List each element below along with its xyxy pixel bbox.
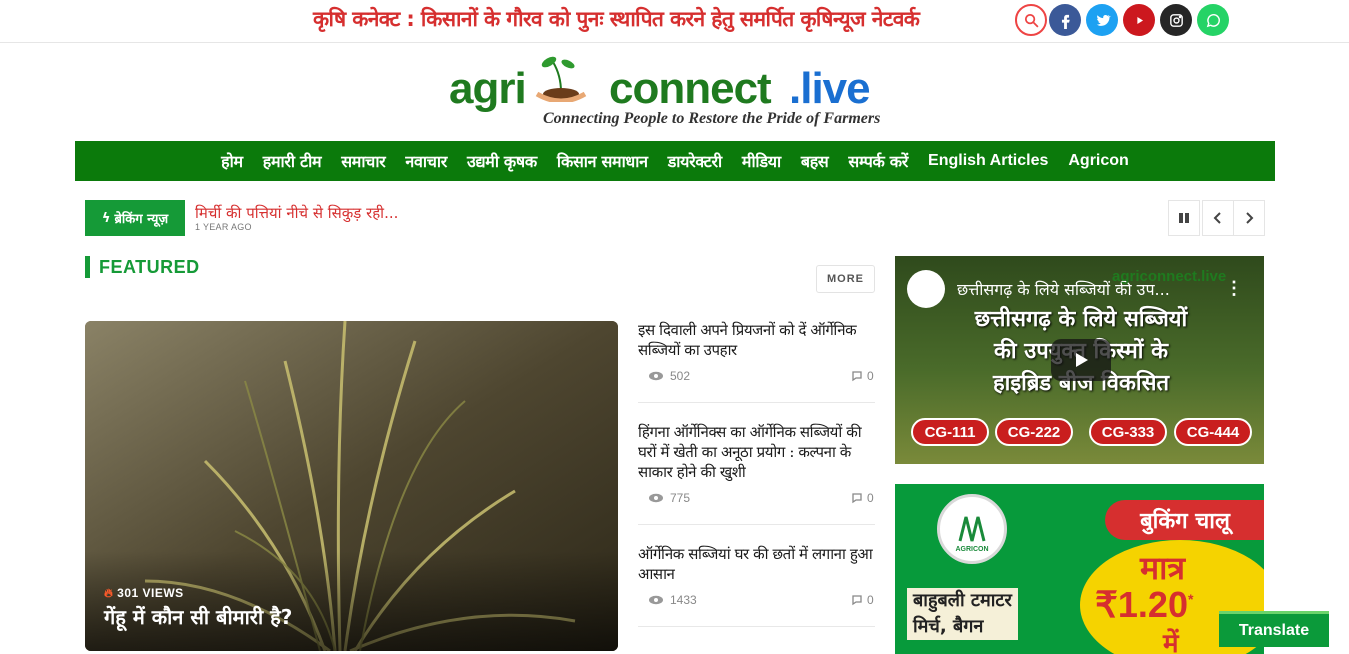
divider (638, 402, 875, 403)
seedling-icon (535, 56, 587, 102)
main-article-views: 🔥︎ 301 VIEWS (104, 586, 184, 601)
pause-icon (1179, 213, 1189, 223)
comment-icon (852, 371, 862, 382)
fire-icon: 🔥︎ (104, 586, 114, 600)
comments-count: 0 (867, 491, 874, 505)
ad-price-suffix: में (1163, 629, 1179, 654)
nav-english-articles[interactable]: English Articles (918, 152, 1058, 170)
lightning-icon: ϟ (101, 210, 111, 226)
views-count: 502 (670, 369, 691, 383)
featured-item-comments-1[interactable]: 0 (851, 369, 874, 383)
breaking-news-time: 1 YEAR AGO (195, 222, 252, 232)
nav-news[interactable]: समाचार (331, 150, 395, 172)
nav-agricon[interactable]: Agricon (1058, 152, 1138, 170)
featured-item-comments-2[interactable]: 0 (851, 491, 874, 505)
featured-item-title-3[interactable]: ऑर्गेनिक सब्जियां घर की छतों में लगाना ह… (638, 544, 878, 584)
ad-product-line: मिर्च, बैगन (913, 616, 984, 637)
site-tagline: कृषि कनेक्ट : किसानों के गौरव को पुनः स्… (313, 7, 920, 31)
play-icon (1076, 353, 1088, 367)
ad-price-value: ₹1.20 (1095, 584, 1188, 625)
logo-live: .live (789, 64, 871, 113)
logo-tagline: Connecting People to Restore the Pride o… (543, 110, 881, 127)
translate-button[interactable]: Translate (1219, 611, 1329, 647)
nav-innovation[interactable]: नवाचार (395, 150, 457, 172)
featured-item-views-3: 1433 (648, 593, 697, 607)
divider (638, 626, 875, 627)
variety-code-4: CG-444 (1174, 418, 1252, 446)
featured-accent-bar (85, 256, 90, 278)
search-icon[interactable] (1015, 4, 1047, 36)
divider (638, 524, 875, 525)
whatsapp-icon[interactable] (1197, 4, 1229, 36)
featured-item-views-1: 502 (648, 369, 690, 383)
nav-home[interactable]: होम (211, 150, 253, 172)
video-channel-logo: agriconnect.live (1112, 268, 1227, 285)
channel-avatar[interactable] (907, 270, 945, 308)
facebook-icon[interactable] (1049, 4, 1081, 36)
variety-code-3: CG-333 (1089, 418, 1167, 446)
next-button[interactable] (1233, 200, 1265, 236)
featured-item-views-2: 775 (648, 491, 690, 505)
youtube-icon[interactable] (1123, 4, 1155, 36)
eye-icon (649, 595, 663, 605)
logo-agri: agri (449, 64, 527, 113)
eye-icon (649, 371, 663, 381)
ad-product-line: बाहुबली टमाटर (913, 590, 1012, 611)
variety-code-2: CG-222 (995, 418, 1073, 446)
nav-debate[interactable]: बहस (791, 150, 839, 172)
logo-connect: connect (609, 64, 772, 113)
instagram-icon[interactable] (1160, 4, 1192, 36)
breaking-news-label: ϟ ब्रेकिंग न्यूज़ (85, 200, 185, 236)
site-logo[interactable]: agri connect .live Connecting People to … (449, 52, 901, 132)
prev-button[interactable] (1202, 200, 1234, 236)
featured-item-comments-3[interactable]: 0 (851, 593, 874, 607)
ad-booking-badge: बुकिंग चालू (1105, 500, 1264, 540)
agricon-brand-text: AGRICON (955, 546, 988, 553)
comment-icon (852, 493, 862, 504)
top-bar: कृषि कनेक्ट : किसानों के गौरव को पुनः स्… (0, 0, 1349, 43)
more-button[interactable]: MORE (816, 265, 875, 293)
featured-main-image[interactable] (85, 321, 618, 651)
main-nav: होम हमारी टीम समाचार नवाचार उद्यमी कृषक … (75, 141, 1275, 181)
variety-code-1: CG-111 (911, 418, 989, 446)
breaking-news-text: ब्रेकिंग न्यूज़ (114, 212, 169, 227)
nav-farmer-solution[interactable]: किसान समाधान (547, 150, 658, 172)
views-count: 775 (670, 491, 691, 505)
comments-count: 0 (867, 369, 874, 383)
agricon-logo: AGRICON (937, 494, 1007, 564)
eye-icon (649, 493, 663, 503)
wheat-plant-image (85, 321, 618, 651)
main-article-title[interactable]: गेंहू में कौन सी बीमारी है? (104, 603, 292, 630)
nav-contact[interactable]: सम्पर्क करें (838, 150, 918, 172)
ad-matra-text: मात्र (1140, 549, 1186, 587)
more-vert-icon[interactable]: ⋮ (1225, 278, 1243, 299)
ad-price-text: ₹1.20* (1095, 584, 1193, 626)
featured-item-title-2[interactable]: हिंगना ऑर्गेनिक्स का ऑर्गेनिक सब्जियों क… (638, 422, 878, 482)
ad-price-star: * (1187, 591, 1194, 607)
nav-team[interactable]: हमारी टीम (253, 150, 331, 172)
video-banner-line: छत्तीसगढ़ के लिये सब्जियों (974, 307, 1188, 332)
breaking-news-headline[interactable]: मिर्ची की पत्तियां नीचे से सिकुड़ रही... (195, 203, 398, 223)
comments-count: 0 (867, 593, 874, 607)
comment-icon (852, 595, 862, 606)
main-views-count: 301 VIEWS (117, 586, 184, 600)
nav-entrepreneur-farmer[interactable]: उद्यमी कृषक (457, 150, 547, 172)
featured-item-title-1[interactable]: इस दिवाली अपने प्रियजनों को दें ऑर्गेनिक… (638, 320, 878, 360)
nav-media[interactable]: मीडिया (732, 150, 791, 172)
ad-product-list: बाहुबली टमाटर मिर्च, बैगन (907, 588, 1018, 640)
nav-directory[interactable]: डायरेक्टरी (658, 150, 732, 172)
chevron-right-icon (1246, 212, 1254, 224)
twitter-icon[interactable] (1086, 4, 1118, 36)
pause-button[interactable] (1168, 200, 1200, 236)
play-button[interactable] (1051, 339, 1111, 381)
views-count: 1433 (670, 593, 697, 607)
agricon-advertisement[interactable]: AGRICON बुकिंग चालू मात्र ₹1.20* में बाह… (895, 484, 1264, 654)
agricon-emblem-icon: AGRICON (944, 501, 1000, 557)
chevron-left-icon (1213, 212, 1221, 224)
featured-heading: FEATURED (99, 257, 200, 277)
